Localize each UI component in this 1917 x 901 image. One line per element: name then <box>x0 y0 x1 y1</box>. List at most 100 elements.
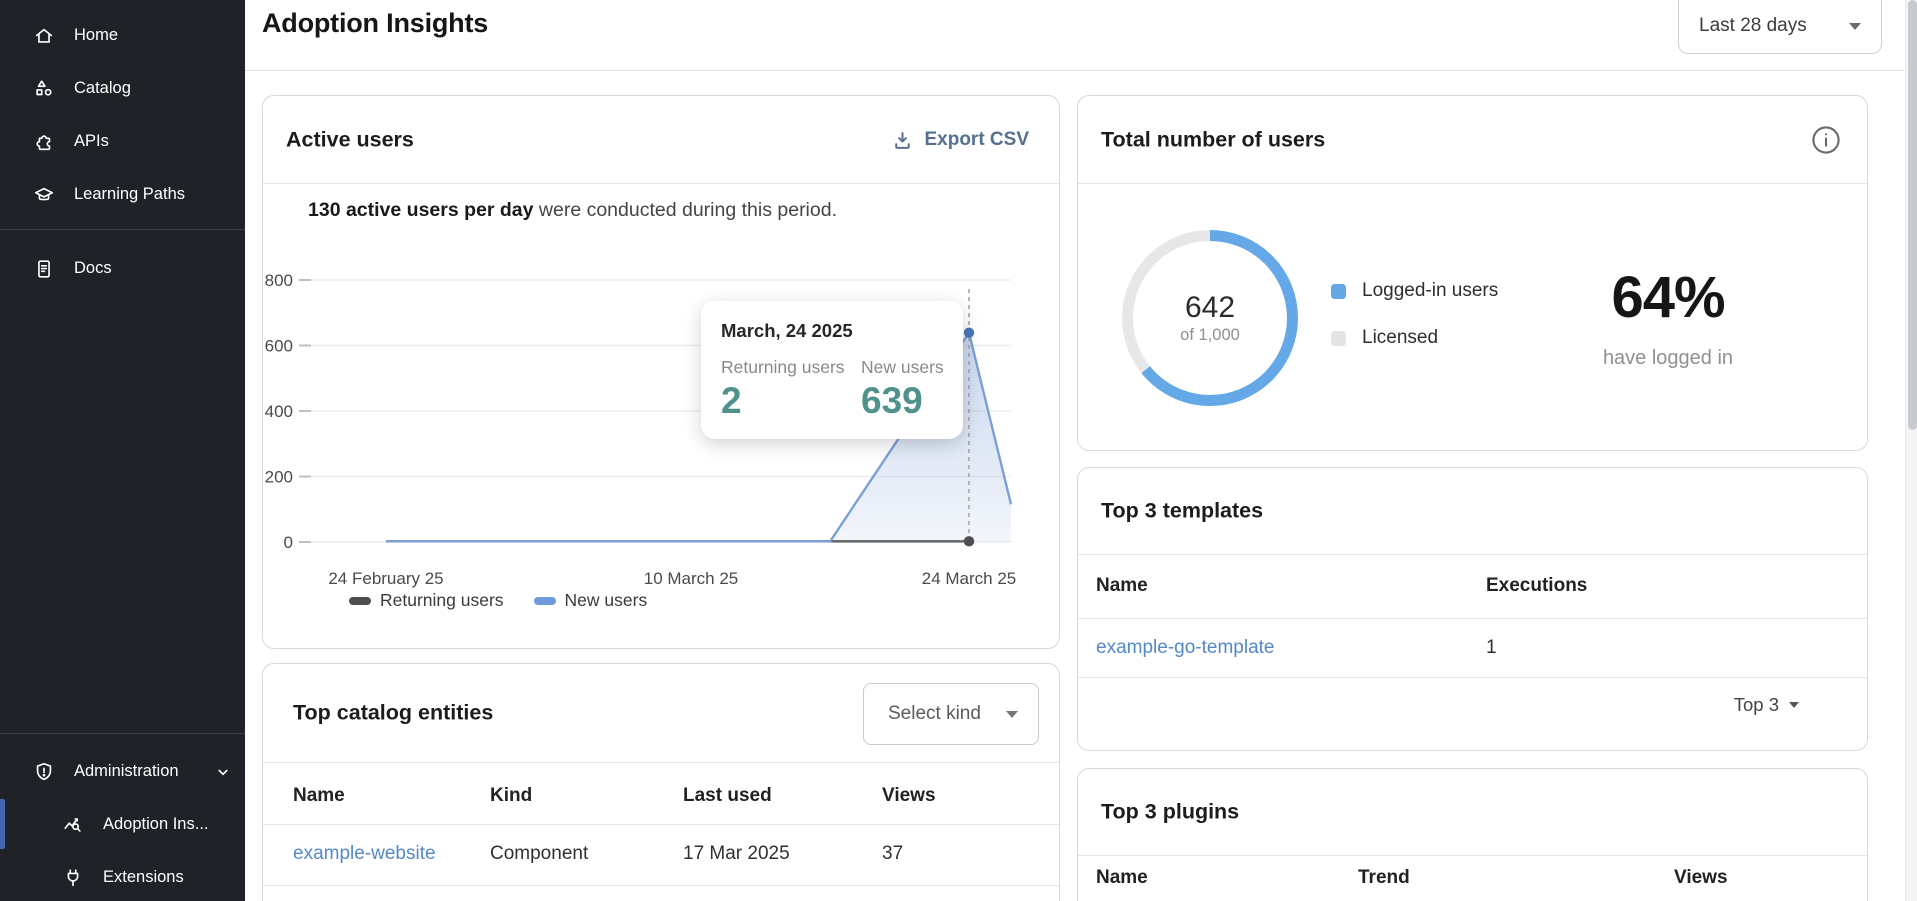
column-header-name: Name <box>1096 575 1148 597</box>
sidebar-item-label: Docs <box>74 259 112 278</box>
table-divider <box>1078 618 1867 619</box>
page-title: Adoption Insights <box>262 8 488 39</box>
tooltip-value: 639 <box>861 382 944 419</box>
learning-paths-icon <box>33 184 55 206</box>
top-catalog-entities-card: Top catalog entities Select kind Name Ki… <box>262 663 1060 901</box>
licensed-total: of 1,000 <box>1180 326 1240 345</box>
sidebar-item-home[interactable]: Home <box>0 9 245 62</box>
caret-down-icon <box>1006 711 1018 718</box>
column-header-executions: Executions <box>1486 575 1587 597</box>
sidebar-item-label: APIs <box>74 132 109 151</box>
scrollbar-thumb[interactable] <box>1908 0 1917 430</box>
legend-label: Logged-in users <box>1362 280 1498 302</box>
svg-text:24 February 25: 24 February 25 <box>328 569 443 588</box>
sidebar-item-administration[interactable]: Administration <box>0 745 245 798</box>
sidebar-item-label: Extensions <box>103 868 184 887</box>
chart-tooltip: March, 24 2025 Returning users 2 New use… <box>701 301 963 439</box>
apis-icon <box>33 131 55 153</box>
tooltip-label: New users <box>861 357 944 378</box>
sidebar-item-adoption-insights[interactable]: Adoption Ins... <box>0 798 245 851</box>
summary-rest: were conducted during this period. <box>533 199 837 221</box>
column-header-views: Views <box>882 785 936 807</box>
top-plugins-card-header: Top 3 plugins <box>1078 769 1867 856</box>
column-header-trend: Trend <box>1358 867 1410 889</box>
views-value: 37 <box>882 843 903 865</box>
sidebar-item-label: Catalog <box>74 79 131 98</box>
sidebar-item-docs[interactable]: Docs <box>0 242 245 295</box>
top-templates-card-header: Top 3 templates <box>1078 468 1867 555</box>
caret-down-icon <box>1849 23 1861 30</box>
svg-text:200: 200 <box>265 468 293 487</box>
select-kind-placeholder: Select kind <box>888 703 981 725</box>
legend-item-new-users[interactable]: New users <box>534 590 648 611</box>
logged-in-count: 642 <box>1185 291 1235 326</box>
export-csv-label: Export CSV <box>924 129 1029 151</box>
plug-icon <box>62 867 84 889</box>
licensed-users-donut-chart: 642 of 1,000 <box>1122 230 1298 406</box>
select-kind-dropdown[interactable]: Select kind <box>863 683 1039 745</box>
top3-pagination-select[interactable]: Top 3 <box>1734 694 1799 716</box>
sidebar-item-label: Home <box>74 26 118 45</box>
period-select-value: Last 28 days <box>1699 15 1807 37</box>
sidebar-item-label: Administration <box>74 762 179 781</box>
legend-label: New users <box>565 590 648 611</box>
sidebar-item-learning-paths[interactable]: Learning Paths <box>0 168 245 221</box>
donut-center-label: 642 of 1,000 <box>1122 230 1298 406</box>
info-icon[interactable] <box>1811 125 1841 155</box>
chart-summary: 130 active users per day were conducted … <box>308 199 837 222</box>
top-templates-card: Top 3 templates Name Executions example-… <box>1077 467 1868 751</box>
template-link[interactable]: example-go-template <box>1096 637 1274 659</box>
svg-text:800: 800 <box>265 271 293 290</box>
tooltip-returning-users: Returning users 2 <box>721 357 861 419</box>
tooltip-new-users: New users 639 <box>861 357 944 419</box>
caret-down-icon <box>1789 702 1799 708</box>
home-icon <box>33 25 55 47</box>
card-title: Top 3 plugins <box>1101 800 1239 825</box>
summary-highlight: 130 active users per day <box>308 199 533 221</box>
sidebar-divider <box>0 733 245 734</box>
kind-value: Component <box>490 843 588 865</box>
sidebar-item-apis[interactable]: APIs <box>0 115 245 168</box>
column-header-name: Name <box>293 785 345 807</box>
catalog-icon <box>33 78 55 100</box>
export-csv-button[interactable]: Export CSV <box>892 123 1029 157</box>
insights-icon <box>62 814 84 836</box>
last-used-value: 17 Mar 2025 <box>683 843 790 865</box>
active-users-card-header: Active users Export CSV <box>263 96 1059 184</box>
new-users-swatch <box>534 597 556 605</box>
entity-link[interactable]: example-website <box>293 843 436 865</box>
download-icon <box>892 130 913 151</box>
column-header-views: Views <box>1674 867 1728 889</box>
returning-users-swatch <box>349 597 371 605</box>
logged-in-percent-block: 64% have logged in <box>1533 264 1803 370</box>
sidebar-divider <box>0 229 245 230</box>
logged-in-percent-caption: have logged in <box>1533 347 1803 370</box>
docs-icon <box>33 258 55 280</box>
card-title: Total number of users <box>1101 127 1325 152</box>
svg-text:10 March 25: 10 March 25 <box>644 569 739 588</box>
tooltip-value: 2 <box>721 382 861 419</box>
licensed-swatch <box>1331 331 1346 346</box>
legend-item-returning-users[interactable]: Returning users <box>349 590 504 611</box>
total-users-card: Total number of users 642 of 1,000 Logge… <box>1077 95 1868 451</box>
svg-text:0: 0 <box>284 533 293 552</box>
card-title: Active users <box>286 127 414 152</box>
legend-item-logged-in: Logged-in users <box>1331 280 1498 302</box>
sidebar-item-label: Learning Paths <box>74 185 185 204</box>
svg-text:600: 600 <box>265 337 293 356</box>
legend-label: Licensed <box>1362 327 1438 349</box>
top-catalog-card-header: Top catalog entities Select kind <box>263 664 1059 763</box>
period-select[interactable]: Last 28 days <box>1678 0 1882 54</box>
logged-in-percent: 64% <box>1533 264 1803 331</box>
vertical-scrollbar[interactable] <box>1905 0 1917 901</box>
shield-icon <box>33 761 55 783</box>
sidebar: Home Catalog APIs Learning Paths Docs Ad… <box>0 0 245 901</box>
legend-label: Returning users <box>380 590 504 611</box>
total-users-card-header: Total number of users <box>1078 96 1867 184</box>
top3-label: Top 3 <box>1734 694 1779 716</box>
header-divider <box>245 70 1917 71</box>
donut-legend: Logged-in users Licensed <box>1331 280 1498 374</box>
chevron-down-icon <box>214 763 232 781</box>
sidebar-item-catalog[interactable]: Catalog <box>0 62 245 115</box>
sidebar-item-extensions[interactable]: Extensions <box>0 851 245 901</box>
